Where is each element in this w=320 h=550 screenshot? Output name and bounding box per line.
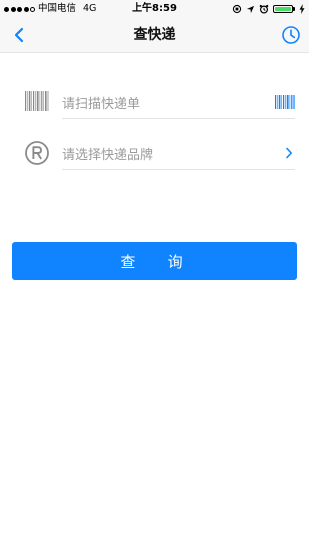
courier-brand-placeholder: 请选择快递品牌 — [62, 147, 154, 163]
select-brand-button[interactable] — [283, 145, 295, 161]
tracking-number-field[interactable]: 请扫描快递单 — [62, 86, 295, 119]
page-title: 查快递 — [133, 27, 176, 43]
scan-button[interactable] — [275, 94, 295, 110]
status-right — [232, 0, 305, 18]
barcode-icon — [25, 91, 49, 111]
charging-bolt-icon — [299, 4, 305, 14]
scan-barcode-icon — [275, 95, 295, 109]
battery-icon — [273, 5, 295, 13]
history-button[interactable] — [281, 25, 301, 45]
registered-trademark-icon — [25, 141, 49, 165]
location-arrow-icon — [246, 5, 255, 13]
query-form: 请扫描快递单 请选择快递品牌 查 询 — [0, 53, 309, 288]
status-bar: 中国电信 4G 上午8:59 — [0, 0, 309, 18]
orientation-lock-icon — [232, 4, 242, 14]
courier-brand-field[interactable]: 请选择快递品牌 — [62, 137, 295, 170]
navigation-bar: 查快递 — [0, 18, 309, 53]
chevron-right-icon — [286, 147, 292, 159]
query-button[interactable]: 查 询 — [12, 242, 297, 280]
alarm-icon — [259, 4, 269, 14]
tracking-number-placeholder: 请扫描快递单 — [62, 96, 141, 112]
